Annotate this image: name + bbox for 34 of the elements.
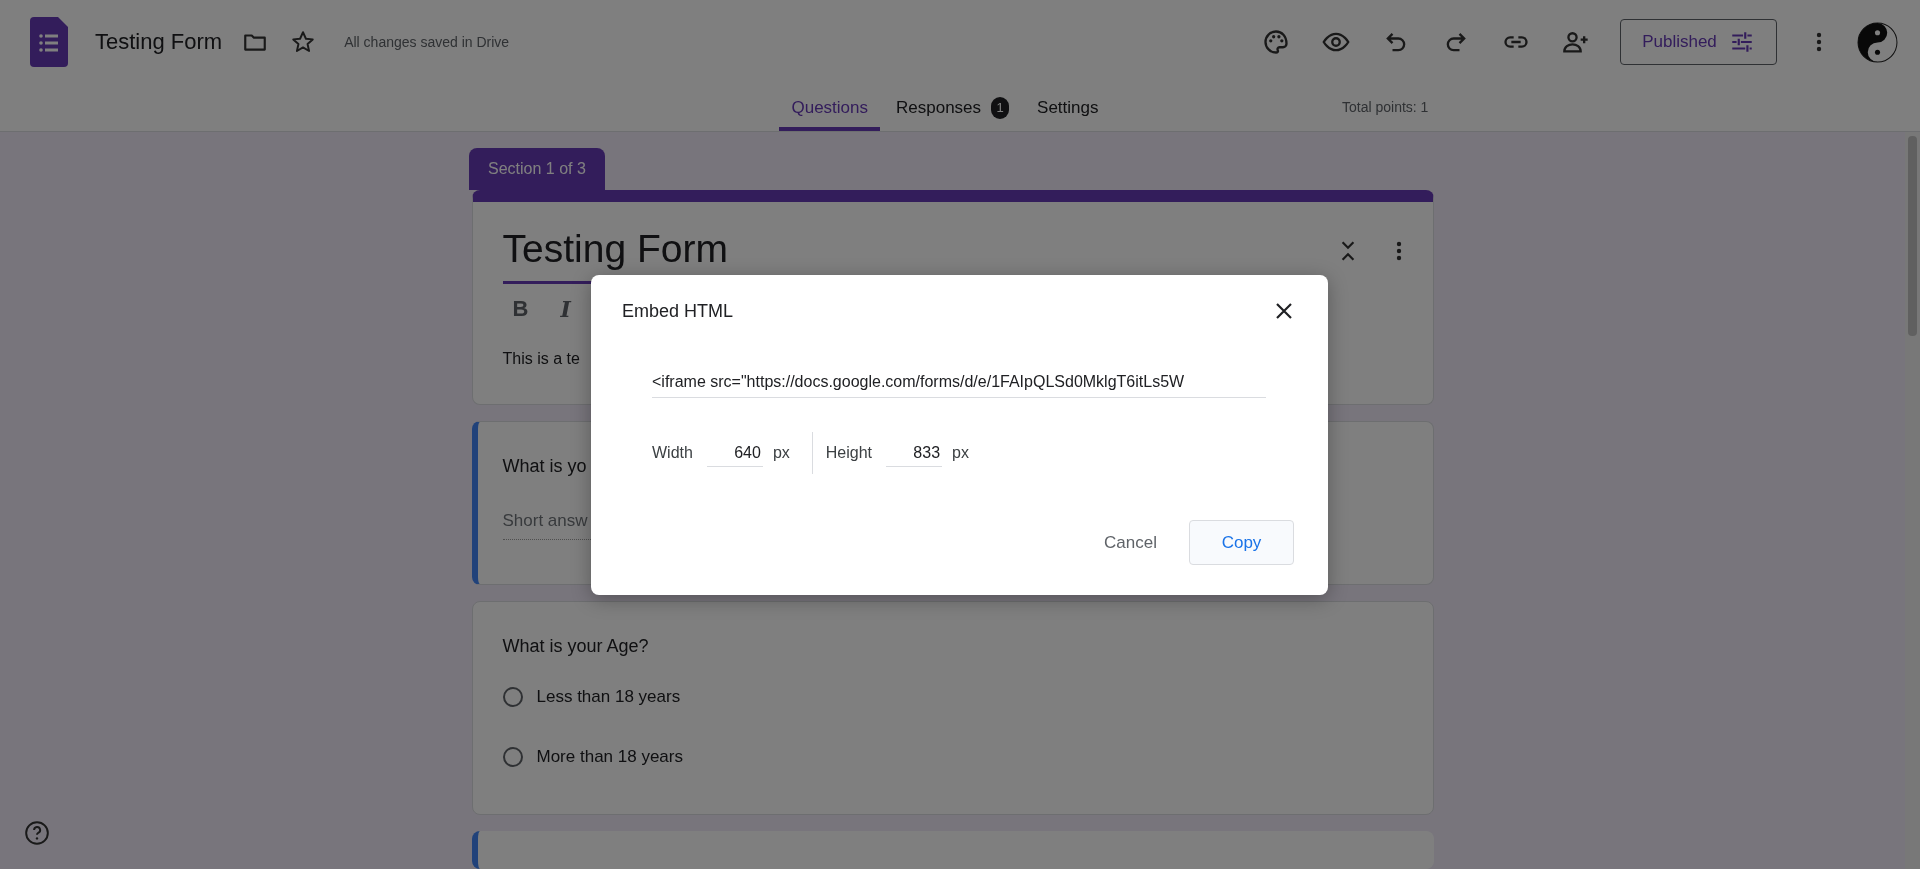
published-button[interactable]: Published [1620,19,1777,65]
copy-button[interactable]: Copy [1189,520,1294,565]
radio-button[interactable] [502,687,523,708]
form-title-field[interactable]: Testing Form [502,227,728,271]
question-title: What is yo [502,455,587,477]
dialog-title: Embed HTML [622,300,734,322]
radio-button[interactable] [502,747,523,768]
question-card[interactable]: What is your Age? Less than 18 years More than 18 years [471,601,1434,816]
total-points: Total points: 1 [1342,99,1429,115]
forms-logo-icon[interactable] [30,17,68,67]
form-title[interactable]: Testing Form [95,29,223,55]
unit-label: px [952,444,969,462]
scrollbar-thumb[interactable] [1908,136,1917,336]
star-icon[interactable] [290,29,317,55]
option-label: More than 18 years [536,747,683,768]
format-button[interactable]: B [506,295,535,322]
option-label: Less than 18 years [536,687,681,708]
format-button[interactable]: I [554,295,577,322]
count-badge: 1 [991,96,1010,119]
width-label: Width [652,444,693,462]
unit-label: px [772,444,790,462]
more-options-icon[interactable] [1815,30,1823,54]
avatar-icon[interactable] [1857,21,1898,63]
short-answer-field: Short answ [502,506,593,540]
tab[interactable]: Questions [779,84,880,131]
question-title: What is your Age? [502,636,649,658]
save-status: All changes saved in Drive [344,34,510,50]
form-description[interactable]: This is a te [502,349,580,368]
palette-icon[interactable] [1262,28,1290,56]
tab[interactable]: Responses 1 [884,84,1022,131]
help-icon[interactable] [24,820,50,846]
cancel-button[interactable]: Cancel [1096,520,1165,565]
tab[interactable]: Settings [1025,84,1111,131]
height-label: Height [825,444,873,462]
